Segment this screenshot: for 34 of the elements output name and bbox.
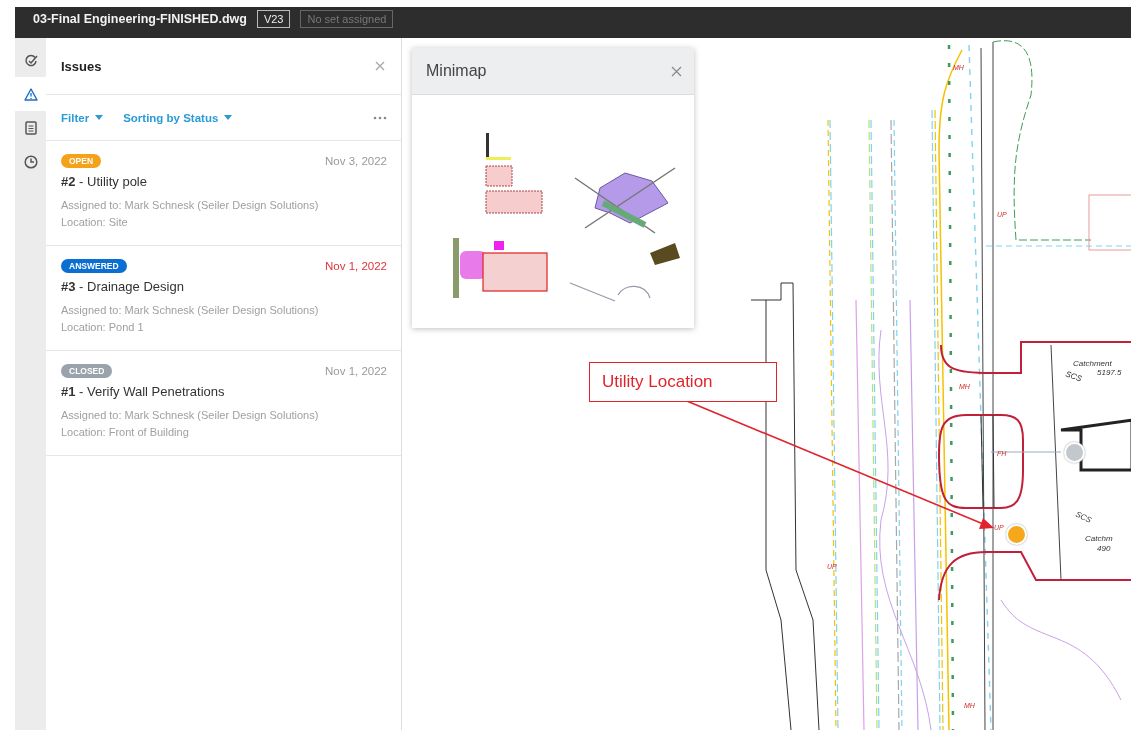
clock-icon	[23, 155, 38, 169]
callout-label: Utility Location	[589, 362, 777, 402]
issue-pin[interactable]	[1064, 442, 1085, 463]
version-button[interactable]: V23	[256, 9, 291, 28]
location-text: Location: Site	[61, 215, 129, 230]
file-name: 03-Final Engineering-FINISHED.dwg	[33, 11, 247, 26]
issue-item[interactable]: CLOSED Nov 1, 2022 #1 - Verify Wall Penetrations Assigned to: Mark Schnesk (Seiler Design Solutions) Location: Front of Building	[46, 351, 401, 456]
status-badge: OPEN	[61, 154, 102, 168]
panel-title: Issues	[61, 58, 102, 74]
assignee-text: Assigned to: Mark Schnesk (Seiler Design Solutions)	[61, 303, 320, 318]
assignee-text: Assigned to: Mark Schnesk (Seiler Design Solutions)	[61, 408, 320, 423]
caret-icon	[224, 115, 233, 120]
issue-title: #2 - Utility pole	[61, 174, 148, 189]
issue-title: #3 - Drainage Design	[61, 279, 185, 294]
status-badge: CLOSED	[61, 364, 113, 378]
issue-pin[interactable]	[1006, 524, 1027, 545]
issue-item[interactable]: ANSWERED Nov 1, 2022 #3 - Drainage Design Assigned to: Mark Schnesk (Seiler Design Solutions) Location: Pond 1	[46, 246, 401, 351]
minimap-title: Minimap	[426, 62, 487, 80]
issue-title: #1 - Verify Wall Penetrations	[61, 384, 226, 399]
issue-item[interactable]: OPEN Nov 3, 2022 #2 - Utility pole Assigned to: Mark Schnesk (Seiler Design Solutions) Location: Site	[46, 141, 401, 246]
assignee-text: Assigned to: Mark Schnesk (Seiler Design Solutions)	[61, 198, 320, 213]
location-text: Location: Front of Building	[61, 425, 190, 440]
more-icon[interactable]	[373, 115, 387, 120]
close-icon[interactable]	[671, 65, 682, 77]
issue-date: Nov 3, 2022	[325, 155, 387, 167]
pencil-circle-icon	[23, 53, 38, 67]
document-icon	[24, 121, 37, 135]
issue-date: Nov 1, 2022	[325, 365, 387, 377]
status-badge: ANSWERED	[61, 259, 127, 273]
warning-icon	[23, 87, 38, 101]
close-icon[interactable]	[375, 61, 385, 71]
location-text: Location: Pond 1	[61, 320, 145, 335]
issue-date: Nov 1, 2022	[325, 260, 387, 272]
caret-icon	[95, 115, 104, 120]
